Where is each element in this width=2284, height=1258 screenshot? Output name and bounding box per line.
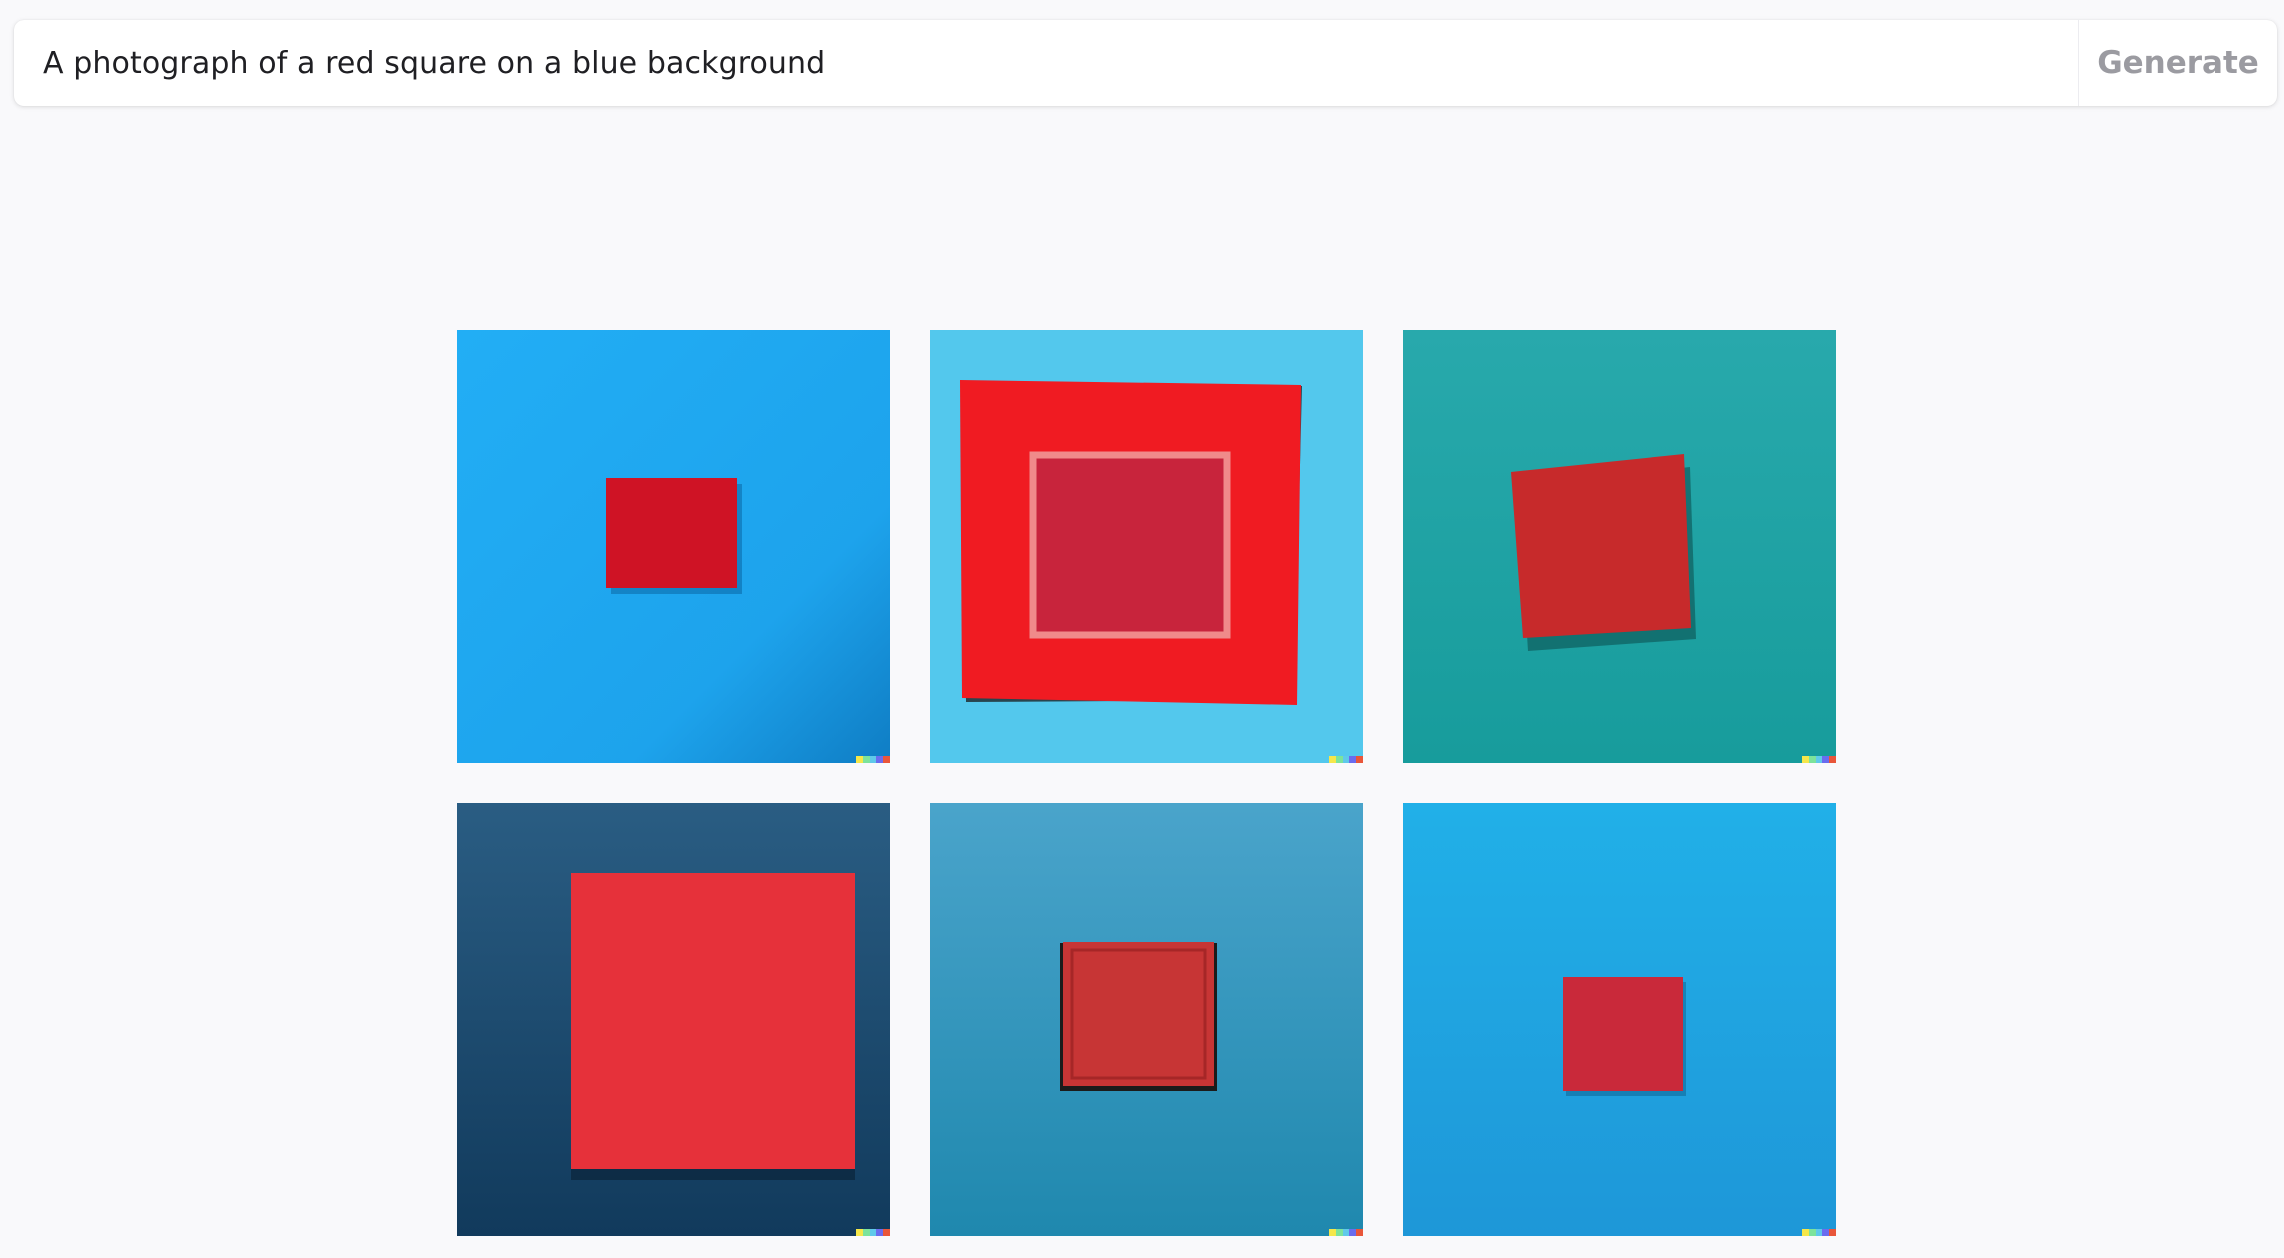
image-tile-1[interactable] — [457, 330, 890, 763]
image-tile-6[interactable] — [1403, 803, 1836, 1236]
image-signature — [1329, 756, 1363, 763]
image-signature — [856, 756, 890, 763]
image-signature — [1802, 1229, 1836, 1236]
prompt-input[interactable]: A photograph of a red square on a blue b… — [14, 20, 2078, 106]
image-signature — [856, 1229, 890, 1236]
image-tile-4[interactable] — [457, 803, 890, 1236]
generated-image-3 — [1403, 330, 1836, 763]
generated-image-1 — [457, 330, 890, 763]
generated-image-2 — [930, 330, 1363, 763]
image-tile-2[interactable] — [930, 330, 1363, 763]
image-signature — [1329, 1229, 1363, 1236]
image-tile-3[interactable] — [1403, 330, 1836, 763]
generated-image-5 — [930, 803, 1363, 1236]
generated-image-6 — [1403, 803, 1836, 1236]
generated-image-4 — [457, 803, 890, 1236]
prompt-bar: A photograph of a red square on a blue b… — [14, 20, 2277, 106]
image-tile-5[interactable] — [930, 803, 1363, 1236]
image-signature — [1802, 756, 1836, 763]
image-grid — [457, 330, 1836, 1236]
generate-button[interactable]: Generate — [2078, 20, 2277, 106]
